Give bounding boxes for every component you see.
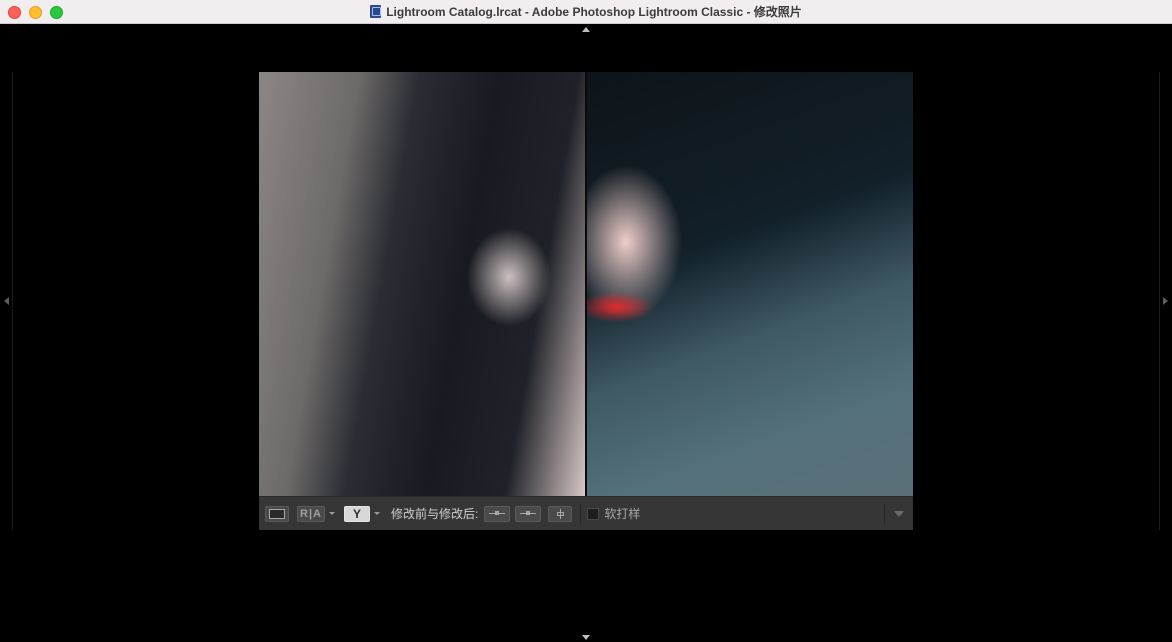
window-title: Lightroom Catalog.lrcat - Adobe Photosho… [370,3,802,20]
before-image [259,72,585,496]
after-image [586,72,913,496]
right-panel-toggle-icon[interactable] [1163,297,1168,305]
copy-left-icon [489,511,506,515]
catalog-doc-icon [370,5,382,18]
loupe-view-button[interactable] [265,505,289,522]
copy-right-icon [520,511,537,515]
swap-icon [556,508,564,519]
before-after-view-button[interactable]: R|A [297,505,325,522]
bottom-panel-toggle-icon[interactable] [582,635,590,640]
loupe-icon [269,508,285,519]
toolbar-separator-right [884,504,885,524]
copy-before-to-after-button[interactable] [484,505,511,522]
swap-before-after-button[interactable] [548,505,573,522]
right-panel-edge [1159,72,1160,530]
before-after-mode-dropdown-icon[interactable] [329,512,335,515]
left-panel-toggle-icon[interactable] [4,297,9,305]
window-title-text: Lightroom Catalog.lrcat - Adobe Photosho… [386,5,802,19]
split-mode-dropdown-icon[interactable] [374,512,380,515]
toolbar-separator [580,503,582,524]
window-controls [8,6,63,19]
title-bar: Lightroom Catalog.lrcat - Adobe Photosho… [0,0,1172,24]
soft-proof-label: 软打样 [604,507,641,521]
photo-preview[interactable] [259,72,913,496]
top-panel-toggle-icon[interactable] [582,27,590,32]
maximize-window-button[interactable] [50,6,63,19]
close-window-button[interactable] [8,6,21,19]
split-view-button[interactable]: Y [344,505,370,522]
before-after-label: 修改前与修改后: [391,507,479,521]
soft-proof-checkbox[interactable] [587,507,600,520]
left-panel-edge [12,72,13,530]
view-toolbar: R|A Y 修改前与修改后: 软打样 [259,496,913,530]
copy-after-to-before-button[interactable] [515,505,542,522]
split-divider[interactable] [585,72,587,496]
minimize-window-button[interactable] [29,6,42,19]
toolbar-options-dropdown-icon[interactable] [894,511,904,517]
